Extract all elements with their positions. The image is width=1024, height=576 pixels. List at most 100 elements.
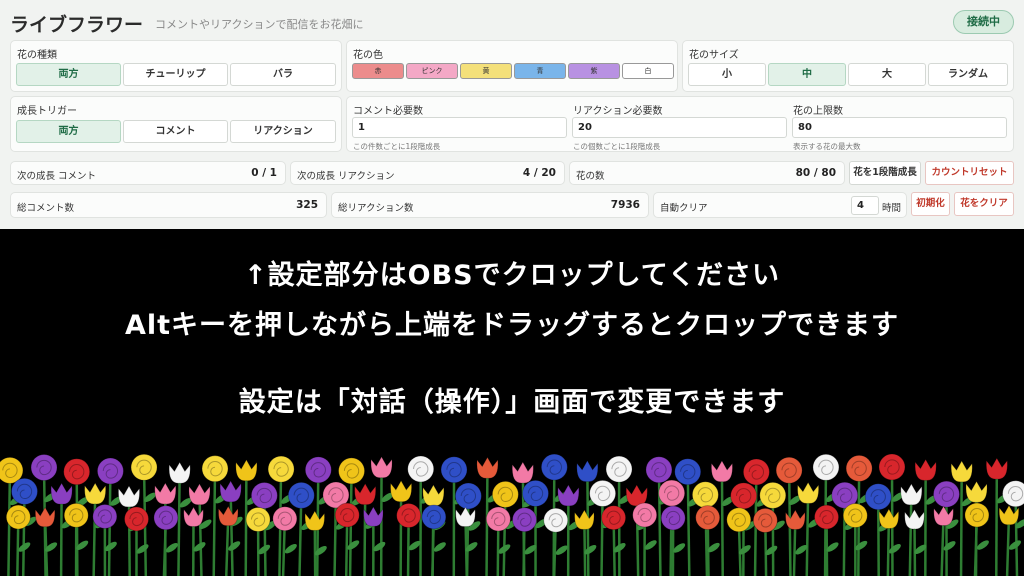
reaction-required-hint: この個数ごとに1段階成長 [573,142,661,151]
initialize-button[interactable]: 初期化 [911,192,950,216]
rose-icon [421,504,447,530]
growth-trigger-option-reaction[interactable]: リアクション [230,120,336,143]
tulip-icon [965,480,988,503]
tulip-icon [557,484,580,507]
total-comments-label: 総コメント数 [17,203,75,214]
flower-count-stat: 花の数 80 / 80 [569,161,845,185]
flower-leaf [228,541,241,551]
flower-type-option-both[interactable]: 両方 [16,63,121,86]
clear-flowers-button[interactable]: 花をクリア [954,192,1014,216]
rose-icon [645,456,673,484]
tulip-icon [304,510,325,531]
flower-stem [908,494,913,576]
flower-size-option-medium[interactable]: 中 [768,63,846,86]
flower-size-option-large[interactable]: 大 [848,63,926,86]
flower-stem [92,493,97,576]
color-chip-pink[interactable]: ピンク [406,63,458,79]
rose-icon [752,508,778,533]
flower-leaf [943,541,956,551]
rose-icon [201,455,229,483]
rose-icon [272,506,298,532]
rose-icon [878,453,906,481]
tulip-icon [904,508,925,530]
rose-icon [304,456,332,484]
rose-icon [250,482,278,509]
color-chip-red[interactable]: 赤 [352,63,404,79]
settings-panel: ライブフラワー コメントやリアクションで配信をお花畑に 接続中 花の種類 両方 … [0,0,1024,229]
flower-stem [363,494,367,576]
total-reactions-stat: 総リアクション数 7936 [331,192,649,218]
next-reaction-value: 4 / 20 [522,167,556,179]
tulip-icon [34,506,56,528]
rose-icon [691,481,719,509]
flower-stem [959,471,963,576]
rose-icon [864,483,892,511]
tulip-icon [168,461,191,484]
rose-icon [814,504,839,530]
rose-icon [63,502,89,528]
color-chip-purple[interactable]: 紫 [568,63,620,79]
flower-leaf [555,545,568,555]
comment-required-input[interactable]: 1 [352,117,567,138]
reaction-required-input[interactable]: 20 [572,117,787,138]
reset-count-button[interactable]: カウントリセット [925,161,1014,185]
rose-icon [601,505,627,531]
flower-stem [212,468,217,576]
flower-type-option-tulip[interactable]: チューリップ [123,63,228,86]
color-chip-blue[interactable]: 青 [514,63,566,79]
connection-status-button[interactable]: 接続中 [953,10,1014,34]
rose-icon [491,481,519,508]
rose-icon [454,482,482,510]
growth-trigger-option-comment[interactable]: コメント [123,120,228,143]
growth-trigger-option-both[interactable]: 両方 [16,120,121,143]
flower-stem [177,472,181,576]
rose-icon [674,458,702,486]
flower-stem [198,494,203,576]
flower-limit-hint: 表示する花の最大数 [793,142,861,151]
flower-stem [805,492,810,576]
flower-type-option-rose[interactable]: バラ [230,63,336,86]
flower-size-option-random[interactable]: ランダム [928,63,1008,86]
next-comment-value: 0 / 1 [251,167,277,179]
growth-trigger-label: 成長トリガー [17,106,77,117]
next-comment-label: 次の成長 コメント [17,171,97,182]
rose-icon [396,503,422,528]
flower-leaf [976,540,989,550]
flower-stem [127,496,131,576]
flower-count-value: 80 / 80 [795,167,836,179]
rose-icon [759,481,787,509]
next-comment-stat: 次の成長 コメント 0 / 1 [10,161,286,185]
rose-icon [485,506,511,532]
tulip-icon [154,482,177,505]
flower-color-card: 花の色 赤 ピンク 黄 青 紫 白 [346,40,678,92]
notice-line-2: Altキーを押しながら上端をドラッグするとクロップできます [124,310,900,341]
auto-clear-hours-input[interactable]: 4 [851,196,879,215]
color-chip-white[interactable]: 白 [622,63,674,79]
auto-clear-unit: 時間 [882,203,902,214]
flower-size-option-small[interactable]: 小 [688,63,766,86]
color-chip-yellow[interactable]: 黄 [460,63,512,79]
grow-one-button[interactable]: 花を1段階成長 [849,161,921,185]
next-reaction-label: 次の成長 リアクション [297,171,395,182]
tulip-icon [711,460,733,483]
rose-icon [964,502,990,528]
rose-icon [11,478,38,505]
rose-icon [742,458,770,486]
tulip-icon [878,508,899,529]
flower-size-card: 花のサイズ 小 中 大 ランダム [682,40,1014,92]
rose-icon [338,457,365,485]
rose-icon [124,506,149,532]
auto-clear-card: 自動クリア 4 時間 [653,192,907,218]
flower-leaf [1009,540,1021,550]
rose-icon [543,507,569,533]
flower-stem [686,471,691,576]
flower-type-label: 花の種類 [17,50,57,61]
flower-limit-input[interactable]: 80 [792,117,1007,138]
rose-icon [30,454,58,481]
tulip-icon [576,459,599,482]
tulip-icon [476,456,499,479]
notice-line-3: 設定は「対話（操作）」画面で変更できます [238,387,786,418]
rose-icon [153,505,179,531]
header: ライブフラワー コメントやリアクションで配信をお花畑に 接続中 [10,8,1014,36]
thresholds-card: コメント必要数 1 この件数ごとに1段階成長 リアクション必要数 20 この個数… [346,96,1014,152]
